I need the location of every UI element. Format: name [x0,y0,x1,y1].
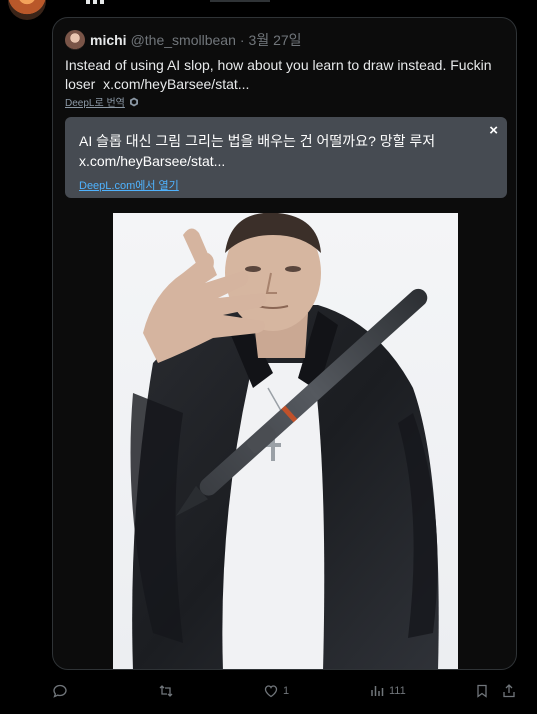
bookmark-button[interactable] [474,683,490,699]
top-cutoff-divider [210,0,270,2]
close-icon[interactable]: × [489,122,498,139]
translation-text: AI 슬롭 대신 그림 그리는 법을 배우는 건 어떨까요? 망할 루저 x.c… [79,131,479,171]
like-button[interactable]: 1 [263,683,289,699]
header-separator: · [239,32,245,48]
quoted-post-text: Instead of using AI slop, how about you … [65,56,505,94]
translation-body: AI 슬롭 대신 그림 그리는 법을 배우는 건 어떨까요? 망할 루저 [79,133,436,149]
translate-link[interactable]: DeepL로 번역 [65,94,125,109]
views-count: 111 [389,685,406,697]
views-icon [371,686,384,696]
translation-link[interactable]: x.com/heyBarsee/stat... [79,153,225,169]
deepl-translation-box: × AI 슬롭 대신 그림 그리는 법을 배우는 건 어떨까요? 망할 루저 x… [65,117,507,198]
top-cutoff-glyphs [86,0,104,4]
man-with-stylus-illustration [130,213,439,669]
share-icon [503,684,515,698]
quoted-author-handle[interactable]: @the_smollbean [131,32,236,48]
post-image[interactable] [113,213,458,669]
deepl-hex-icon [129,97,138,106]
quoted-author-name[interactable]: michi [90,32,127,48]
reply-icon [53,684,67,698]
bookmark-icon [477,684,487,698]
open-in-deepl-link[interactable]: DeepL.com에서 열기 [79,177,493,193]
retweet-button[interactable] [158,683,178,699]
quoted-post-date[interactable]: 3월 27일 [249,30,302,50]
views-button[interactable]: 111 [369,683,406,699]
post-action-bar: 1 111 [0,680,537,706]
share-button[interactable] [501,683,517,699]
like-count: 1 [283,685,290,697]
retweet-icon [159,685,173,697]
reply-button[interactable] [52,683,72,699]
user-avatar[interactable] [8,0,46,20]
like-icon [264,685,278,698]
quoted-post-card[interactable]: michi @the_smollbean · 3월 27일 Instead of… [52,17,517,670]
translate-row: DeepL로 번역 [65,94,139,109]
quoted-post-header: michi @the_smollbean · 3월 27일 [65,30,302,50]
quoted-author-avatar[interactable] [65,30,85,50]
post-page: michi @the_smollbean · 3월 27일 Instead of… [0,0,537,714]
quoted-post-link[interactable]: x.com/heyBarsee/stat... [103,76,249,92]
